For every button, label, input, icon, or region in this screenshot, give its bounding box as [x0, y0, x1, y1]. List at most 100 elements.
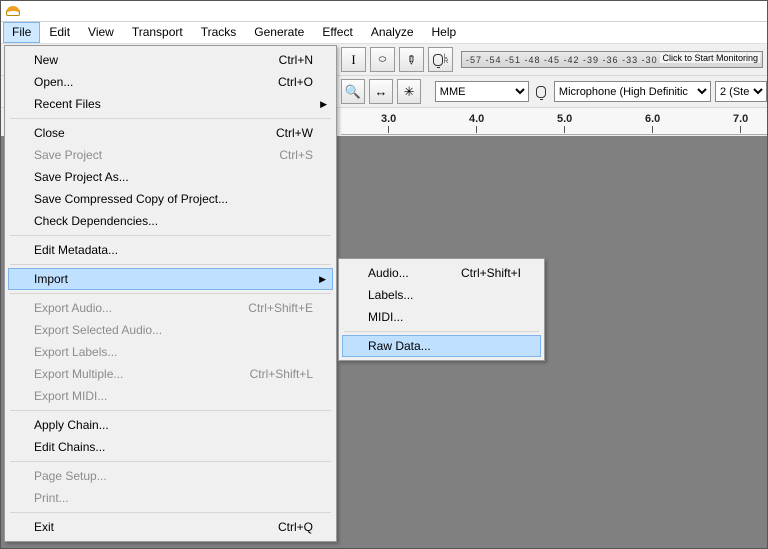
menu-item-shortcut: Ctrl+S	[239, 148, 313, 162]
menu-item-label: Check Dependencies...	[34, 214, 158, 228]
menu-item-shortcut: Ctrl+O	[238, 75, 313, 89]
ruler-tick	[564, 126, 565, 133]
menu-item-shortcut: Ctrl+Shift+I	[421, 266, 521, 280]
menu-item-label: Export MIDI...	[34, 389, 107, 403]
file-menu-item-recent-files[interactable]: Recent Files ▶	[8, 93, 333, 115]
menu-separator	[10, 512, 331, 513]
file-menu-item-edit-metadata[interactable]: Edit Metadata...	[8, 239, 333, 261]
menu-item-shortcut: Ctrl+N	[239, 53, 313, 67]
selection-tool-button[interactable]: I	[341, 47, 366, 72]
menu-item-shortcut: Ctrl+Q	[238, 520, 313, 534]
menu-item-label: Print...	[34, 491, 69, 505]
zoom-tool-button[interactable]: 🔍	[341, 79, 365, 104]
menu-generate[interactable]: Generate	[245, 22, 313, 43]
file-menu-item-edit-chains[interactable]: Edit Chains...	[8, 436, 333, 458]
file-menu-item-export-audio: Export Audio... Ctrl+Shift+E	[8, 297, 333, 319]
submenu-arrow-icon: ▶	[319, 274, 326, 285]
import-menu-item-raw-data[interactable]: Raw Data...	[342, 335, 541, 357]
menu-separator	[10, 461, 331, 462]
file-menu-item-close[interactable]: CloseCtrl+W	[8, 122, 333, 144]
menu-help[interactable]: Help	[423, 22, 466, 43]
menu-separator	[10, 264, 331, 265]
lr-icon: LR	[444, 55, 448, 65]
ruler-tick	[476, 126, 477, 133]
menu-item-shortcut: Ctrl+W	[236, 126, 313, 140]
menu-file[interactable]: File	[3, 22, 40, 43]
meter-hint: Click to Start Monitoring	[660, 53, 760, 63]
menu-item-label: New	[34, 53, 58, 67]
menu-edit[interactable]: Edit	[40, 22, 79, 43]
recording-device-select[interactable]: Microphone (High Definitic	[554, 81, 711, 102]
import-submenu: Audio...Ctrl+Shift+I Labels... MIDI... Raw …	[338, 258, 545, 361]
file-menu-item-exit[interactable]: Exit Ctrl+Q	[8, 516, 333, 538]
menu-item-label: Import	[34, 272, 68, 286]
meter-scale: -57 -54 -51 -48 -45 -42 -39 -36 -33 -30	[462, 55, 658, 65]
file-menu-item-open[interactable]: Open... Ctrl+O	[8, 71, 333, 93]
menu-transport[interactable]: Transport	[123, 22, 192, 43]
recording-meter[interactable]: -57 -54 -51 -48 -45 -42 -39 -36 -33 -30 …	[461, 51, 763, 68]
menu-tracks[interactable]: Tracks	[192, 22, 246, 43]
timeshift-tool-button[interactable]: ↔	[369, 79, 393, 104]
recording-channels-select[interactable]: 2 (Ster	[715, 81, 767, 102]
submenu-arrow-icon: ▶	[320, 99, 327, 110]
menu-item-label: Edit Chains...	[34, 440, 105, 454]
file-menu-item-save-project-as[interactable]: Save Project As...	[8, 166, 333, 188]
file-menu: New Ctrl+N Open... Ctrl+O Recent Files ▶ Close…	[4, 45, 337, 542]
envelope-tool-button[interactable]: ⬭	[370, 47, 395, 72]
menu-effect[interactable]: Effect	[313, 22, 361, 43]
audio-host-select[interactable]: MME	[435, 81, 529, 102]
menu-analyze[interactable]: Analyze	[362, 22, 423, 43]
file-menu-item-import[interactable]: Import ▶	[8, 268, 333, 290]
menu-item-label: Page Setup...	[34, 469, 107, 483]
menu-item-label: Open...	[34, 75, 73, 89]
timeline-ruler[interactable]: 3.0 4.0 5.0 6.0 7.0	[341, 108, 767, 135]
menu-item-label: Edit Metadata...	[34, 243, 118, 257]
import-menu-item-midi[interactable]: MIDI...	[342, 306, 541, 328]
ruler-tick	[740, 126, 741, 133]
multi-tool-button[interactable]: ✳	[397, 79, 421, 104]
menu-view[interactable]: View	[79, 22, 123, 43]
menu-item-label: Save Project As...	[34, 170, 129, 184]
file-menu-item-export-multiple: Export Multiple... Ctrl+Shift+L	[8, 363, 333, 385]
menu-separator	[344, 331, 539, 332]
file-menu-item-export-selected-audio: Export Selected Audio...	[8, 319, 333, 341]
file-menu-item-print: Print...	[8, 487, 333, 509]
file-menu-item-new[interactable]: New Ctrl+N	[8, 49, 333, 71]
menu-item-label: Export Labels...	[34, 345, 117, 359]
menu-item-label: Recent Files	[34, 97, 101, 111]
menu-separator	[10, 293, 331, 294]
menu-item-shortcut: Ctrl+Shift+L	[210, 367, 313, 381]
draw-tool-button[interactable]: ✎	[399, 47, 424, 72]
menu-separator	[10, 235, 331, 236]
menu-item-label: Apply Chain...	[34, 418, 109, 432]
menu-separator	[10, 118, 331, 119]
menu-item-label: MIDI...	[368, 310, 403, 324]
file-menu-item-save-compressed-copy-of-project[interactable]: Save Compressed Copy of Project...	[8, 188, 333, 210]
file-menu-item-check-dependencies[interactable]: Check Dependencies...	[8, 210, 333, 232]
mic-icon	[533, 86, 550, 98]
menu-item-label: Labels...	[368, 288, 413, 302]
ruler-tick-label: 3.0	[381, 113, 396, 125]
file-menu-item-save-project: Save Project Ctrl+S	[8, 144, 333, 166]
menu-item-label: Export Audio...	[34, 301, 112, 315]
mic-icon	[433, 54, 443, 66]
menu-item-label: Exit	[34, 520, 54, 534]
menu-item-label: Raw Data...	[368, 339, 431, 353]
file-menu-item-export-midi: Export MIDI...	[8, 385, 333, 407]
file-menu-item-page-setup: Page Setup...	[8, 465, 333, 487]
menu-item-label: Export Selected Audio...	[34, 323, 162, 337]
ruler-tick	[652, 126, 653, 133]
import-menu-item-labels[interactable]: Labels...	[342, 284, 541, 306]
menu-item-shortcut: Ctrl+Shift+E	[208, 301, 313, 315]
ruler-tick-label: 4.0	[469, 113, 484, 125]
ruler-tick-label: 6.0	[645, 113, 660, 125]
menu-item-label: Export Multiple...	[34, 367, 123, 381]
import-menu-item-audio[interactable]: Audio...Ctrl+Shift+I	[342, 262, 541, 284]
menu-item-label: Save Compressed Copy of Project...	[34, 192, 228, 206]
ruler-tick-label: 5.0	[557, 113, 572, 125]
menu-item-label: Save Project	[34, 148, 102, 162]
file-menu-item-apply-chain[interactable]: Apply Chain...	[8, 414, 333, 436]
menu-separator	[10, 410, 331, 411]
mic-meter-button[interactable]: LR	[428, 47, 453, 72]
app-icon	[6, 6, 20, 16]
